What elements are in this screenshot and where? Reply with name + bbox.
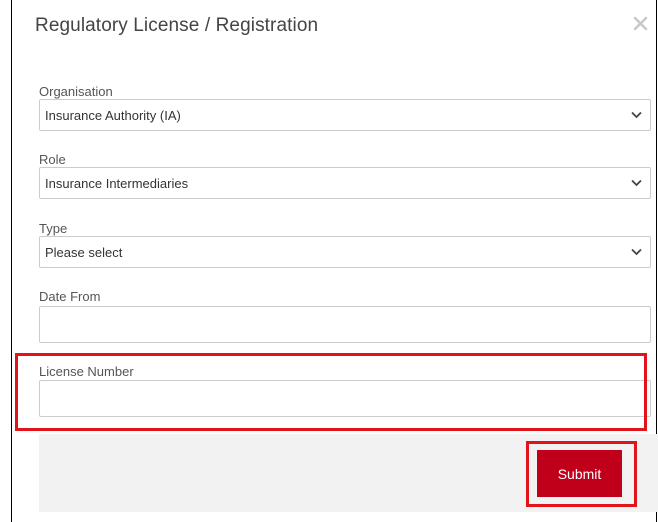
type-select[interactable]: Please select [39, 236, 651, 268]
chevron-down-icon [631, 179, 642, 187]
date-from-input[interactable] [39, 306, 651, 343]
chevron-down-icon [631, 248, 642, 256]
organisation-selected-value: Insurance Authority (IA) [45, 108, 181, 123]
type-label: Type [39, 221, 68, 236]
modal-title: Regulatory License / Registration [35, 15, 319, 36]
role-selected-value: Insurance Intermediaries [45, 176, 189, 191]
organisation-select[interactable]: Insurance Authority (IA) [39, 99, 651, 131]
organisation-label: Organisation [39, 84, 113, 99]
role-label: Role [39, 152, 66, 167]
role-select[interactable]: Insurance Intermediaries [39, 167, 651, 199]
license-number-highlight [15, 353, 647, 431]
chevron-down-icon [631, 111, 642, 119]
submit-button-highlight [526, 441, 637, 507]
close-icon[interactable] [633, 16, 648, 31]
type-selected-value: Please select [45, 245, 123, 260]
date-from-label: Date From [39, 289, 101, 304]
